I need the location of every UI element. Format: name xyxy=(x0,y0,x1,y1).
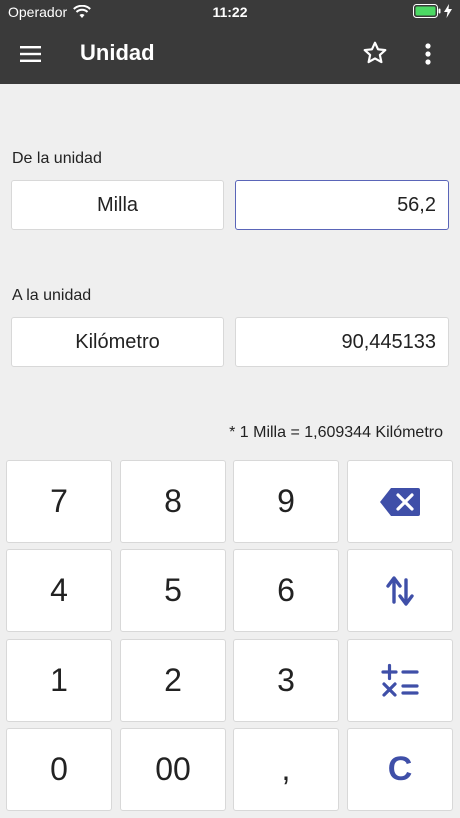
swap-arrows-icon xyxy=(386,575,414,606)
calculator-operators-icon xyxy=(381,663,419,697)
to-unit-selector[interactable]: Kilómetro xyxy=(11,317,224,367)
key-6[interactable]: 6 xyxy=(233,549,339,632)
to-unit-name: Kilómetro xyxy=(75,330,160,353)
key-2[interactable]: 2 xyxy=(120,639,226,722)
more-options-icon[interactable] xyxy=(418,40,438,68)
key-3[interactable]: 3 xyxy=(233,639,339,722)
from-unit-name: Milla xyxy=(96,193,139,216)
from-value-field[interactable]: 56,2 xyxy=(235,180,449,230)
conversion-note: * 1 Milla = 1,609344 Kilómetro xyxy=(229,424,443,441)
star-icon[interactable] xyxy=(362,40,388,66)
key-8[interactable]: 8 xyxy=(120,460,226,543)
to-unit-label: A la unidad xyxy=(12,287,92,304)
menu-icon[interactable] xyxy=(18,42,44,66)
calculator-button[interactable] xyxy=(347,639,453,722)
battery-icon xyxy=(413,4,441,18)
clear-button[interactable]: C xyxy=(347,728,453,811)
status-time: 11:22 xyxy=(212,4,248,20)
key-5[interactable]: 5 xyxy=(120,549,226,632)
key-00[interactable]: 00 xyxy=(120,728,226,811)
charging-icon xyxy=(444,4,452,18)
battery-area xyxy=(413,4,452,18)
key-9[interactable]: 9 xyxy=(233,460,339,543)
key-4[interactable]: 4 xyxy=(6,549,112,632)
page-title: Unidad xyxy=(80,40,155,65)
app-bar: Unidad xyxy=(0,24,460,84)
from-value: 56,2 xyxy=(397,193,436,216)
from-unit-selector[interactable]: Milla xyxy=(11,180,224,230)
status-bar: Operador 11:22 xyxy=(0,0,460,24)
key-comma[interactable]: , xyxy=(233,728,339,811)
backspace-button[interactable] xyxy=(347,460,453,543)
to-value-field[interactable]: 90,445133 xyxy=(235,317,449,367)
from-unit-label: De la unidad xyxy=(12,150,102,167)
key-7[interactable]: 7 xyxy=(6,460,112,543)
key-0[interactable]: 0 xyxy=(6,728,112,811)
key-1[interactable]: 1 xyxy=(6,639,112,722)
swap-units-button[interactable] xyxy=(347,549,453,632)
to-value: 90,445133 xyxy=(341,330,436,353)
backspace-icon xyxy=(380,487,420,516)
